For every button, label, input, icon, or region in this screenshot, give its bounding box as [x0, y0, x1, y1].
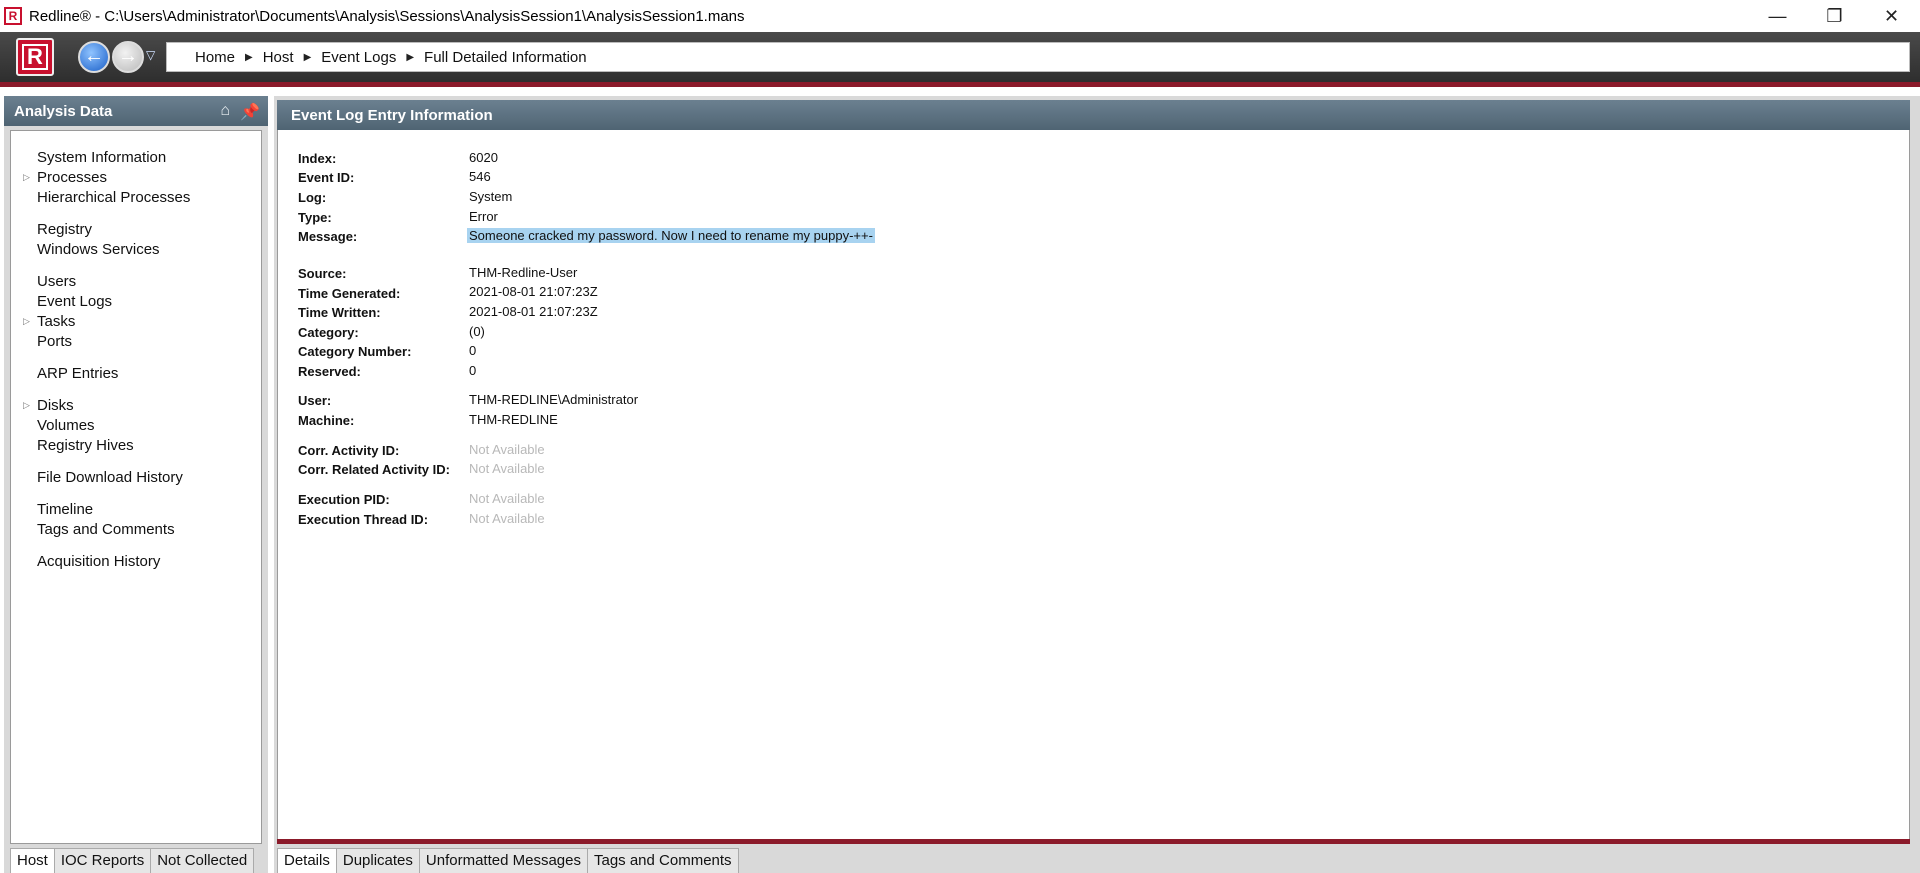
breadcrumb-separator-icon: ▶: [245, 51, 253, 63]
field-label-time-written: Time Written:: [298, 305, 381, 320]
breadcrumb-separator-icon: ▶: [406, 51, 415, 63]
toolbar-divider: [0, 82, 1920, 87]
tab-details[interactable]: Details: [277, 848, 337, 873]
expand-arrow-icon[interactable]: ▷: [23, 400, 30, 411]
sidebar-item-tags-and-comments[interactable]: Tags and Comments: [37, 521, 175, 538]
field-label-type: Type:: [298, 210, 332, 225]
field-value-user: THM-REDLINE\Administrator: [469, 392, 639, 407]
redline-logo[interactable]: R: [16, 38, 54, 76]
tab-tags-and-comments[interactable]: Tags and Comments: [586, 848, 739, 873]
sidebar-item-windows-services[interactable]: Windows Services: [37, 241, 160, 258]
field-label-user: User:: [298, 393, 332, 408]
sidebar-item-acquisition-history[interactable]: Acquisition History: [37, 553, 160, 570]
sidebar-item-tasks[interactable]: ▷ Tasks: [23, 313, 76, 330]
pin-icon[interactable]: 📌: [240, 102, 260, 122]
field-value-reserved: 0: [469, 363, 477, 378]
field-label-execution-thread-id: Execution Thread ID:: [298, 512, 429, 527]
sidebar-item-volumes[interactable]: Volumes: [37, 417, 95, 434]
field-value-time-written: 2021-08-01 21:07:23Z: [469, 304, 598, 319]
analysis-data-header: Analysis Data ⌂ 📌: [4, 96, 268, 126]
left-panel-tabs: Host IOC Reports Not Collected: [10, 848, 255, 873]
field-value-corr-related-activity-id: Not Available: [469, 461, 545, 476]
field-label-source: Source:: [298, 266, 347, 281]
sidebar-item-arp-entries[interactable]: ARP Entries: [37, 365, 118, 382]
field-label-corr-related-activity-id: Corr. Related Activity ID:: [298, 462, 450, 477]
detail-tabs: Details Duplicates Unformatted Messages …: [277, 848, 739, 873]
sidebar-item-registry[interactable]: Registry: [37, 221, 92, 238]
breadcrumb-full-detailed-information[interactable]: Full Detailed Information: [424, 49, 587, 66]
field-label-index: Index:: [298, 151, 337, 166]
field-label-corr-activity-id: Corr. Activity ID:: [298, 443, 400, 458]
tab-duplicates[interactable]: Duplicates: [335, 848, 420, 873]
sidebar-item-disks[interactable]: ▷ Disks: [23, 397, 74, 414]
breadcrumb-host[interactable]: Host: [263, 49, 294, 66]
sidebar-item-registry-hives[interactable]: Registry Hives: [37, 437, 134, 454]
field-label-category: Category:: [298, 325, 359, 340]
breadcrumb-event-logs[interactable]: Event Logs: [321, 49, 396, 66]
sidebar-item-label: Processes: [37, 169, 108, 186]
field-value-source: THM-Redline-User: [469, 265, 578, 280]
expand-arrow-icon[interactable]: ▷: [23, 316, 30, 327]
title-bar: R Redline® - C:\Users\Administrator\Docu…: [0, 0, 1920, 32]
back-arrow-icon[interactable]: ←: [78, 41, 110, 73]
field-value-execution-thread-id: Not Available: [469, 511, 545, 526]
home-icon[interactable]: ⌂: [220, 102, 230, 122]
field-value-log: System: [469, 189, 513, 204]
main-panel-divider: [277, 839, 1910, 844]
restore-button[interactable]: ❐: [1806, 0, 1863, 32]
breadcrumb-separator-icon: ▶: [303, 51, 312, 63]
field-label-message: Message:: [298, 229, 358, 244]
tab-not-collected[interactable]: Not Collected: [150, 848, 255, 873]
field-value-machine: THM-REDLINE: [469, 412, 558, 427]
sidebar-item-event-logs[interactable]: Event Logs: [37, 293, 112, 310]
field-value-index: 6020: [469, 150, 498, 165]
field-value-event-id: 546: [469, 169, 491, 184]
field-value-time-generated: 2021-08-01 21:07:23Z: [469, 284, 598, 299]
field-label-reserved: Reserved:: [298, 364, 361, 379]
redline-app-icon: R: [4, 7, 22, 25]
redline-logo-letter: R: [22, 44, 48, 70]
field-value-corr-activity-id: Not Available: [469, 442, 545, 457]
sidebar-item-file-download-history[interactable]: File Download History: [37, 469, 183, 486]
tab-host[interactable]: Host: [10, 848, 55, 873]
minimize-button[interactable]: —: [1749, 0, 1806, 32]
analysis-data-tree: System Information ▷ Processes Hierarchic…: [10, 130, 262, 844]
breadcrumb-home[interactable]: Home: [195, 49, 235, 66]
tab-unformatted-messages[interactable]: Unformatted Messages: [418, 848, 588, 873]
tab-ioc-reports[interactable]: IOC Reports: [53, 848, 152, 873]
sidebar-item-label: Disks: [37, 397, 74, 414]
sidebar-item-system-information[interactable]: System Information: [37, 149, 166, 166]
close-button[interactable]: ✕: [1863, 0, 1920, 32]
sidebar-item-processes[interactable]: ▷ Processes: [23, 169, 108, 186]
field-value-type: Error: [469, 209, 498, 224]
sidebar-item-users[interactable]: Users: [37, 273, 76, 290]
field-value-category: (0): [469, 324, 485, 339]
expand-arrow-icon[interactable]: ▷: [23, 172, 30, 183]
field-label-execution-pid: Execution PID:: [298, 492, 390, 507]
sidebar-item-label: Tasks: [37, 313, 76, 330]
analysis-data-title: Analysis Data: [14, 103, 113, 120]
history-dropdown-icon[interactable]: ▽: [146, 48, 155, 62]
field-label-event-id: Event ID:: [298, 170, 355, 185]
sidebar-item-ports[interactable]: Ports: [37, 333, 72, 350]
field-label-machine: Machine:: [298, 413, 355, 428]
field-value-message[interactable]: Someone cracked my password. Now I need …: [467, 228, 875, 243]
field-value-execution-pid: Not Available: [469, 491, 545, 506]
field-label-category-number: Category Number:: [298, 344, 412, 359]
field-value-category-number: 0: [469, 343, 477, 358]
forward-arrow-icon[interactable]: →: [112, 41, 144, 73]
window-controls: — ❐ ✕: [1749, 0, 1920, 32]
field-label-time-generated: Time Generated:: [298, 286, 401, 301]
field-label-log: Log:: [298, 190, 327, 205]
breadcrumb: Home ▶ Host ▶ Event Logs ▶ Full Detailed…: [166, 42, 1910, 72]
sidebar-item-timeline[interactable]: Timeline: [37, 501, 93, 518]
event-log-entry-header: Event Log Entry Information: [277, 100, 1910, 130]
sidebar-item-hierarchical-processes[interactable]: Hierarchical Processes: [37, 189, 190, 206]
window-title: Redline® - C:\Users\Administrator\Docume…: [29, 7, 745, 25]
